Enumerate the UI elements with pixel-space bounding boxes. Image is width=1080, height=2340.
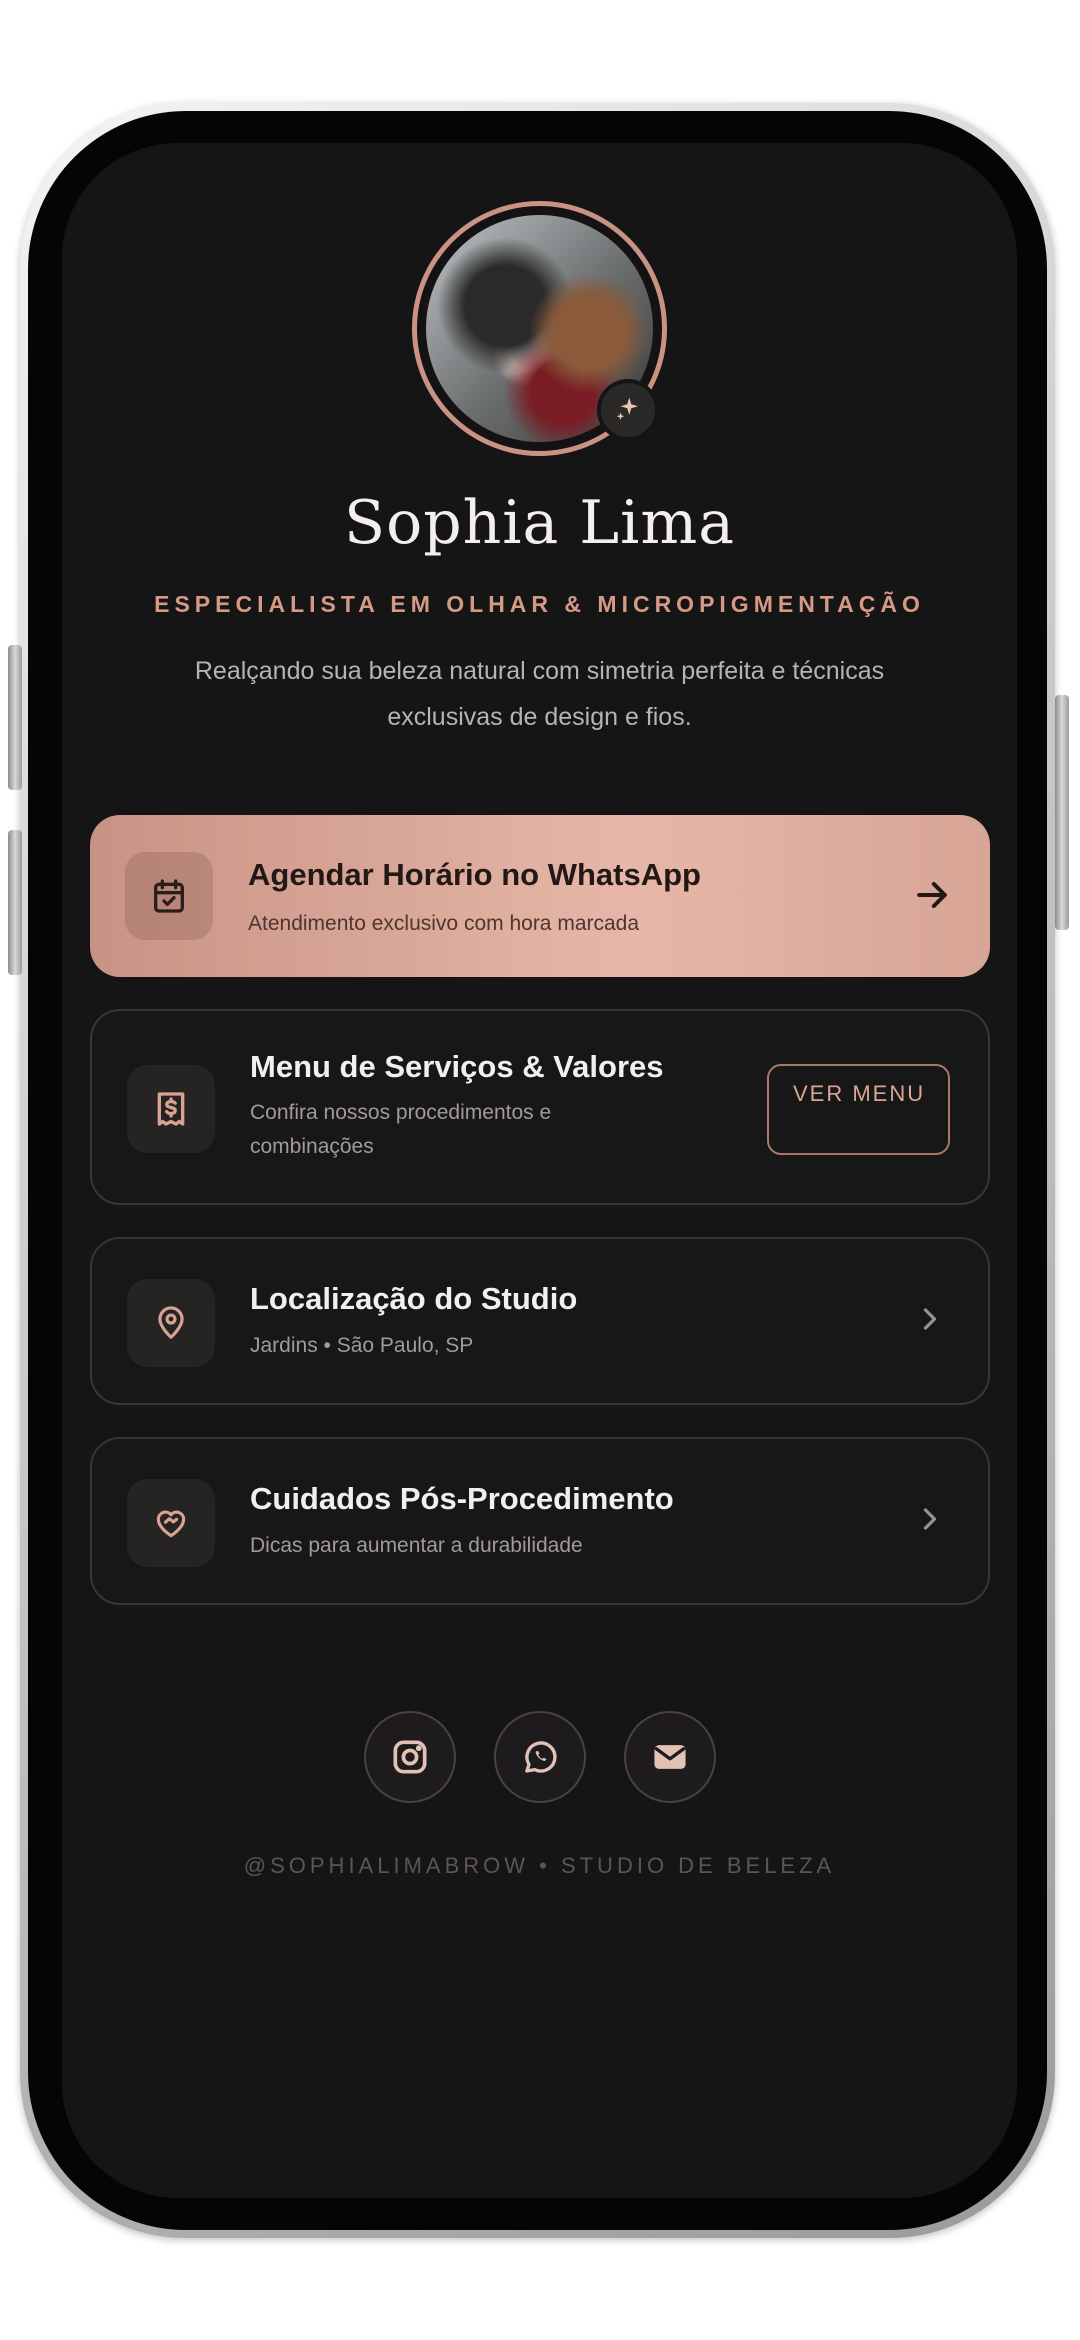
receipt-dollar-icon bbox=[127, 1065, 215, 1153]
services-menu-subtitle: Confira nossos procedimentos e combinaçõ… bbox=[250, 1101, 552, 1158]
location-subtitle: Jardins • São Paulo, SP bbox=[250, 1334, 474, 1357]
social-links bbox=[62, 1711, 1017, 1803]
whatsapp-title: Agendar Horário no WhatsApp bbox=[248, 857, 701, 892]
sparkle-icon bbox=[597, 379, 659, 441]
aftercare-subtitle: Dicas para aumentar a durabilidade bbox=[250, 1534, 583, 1557]
map-pin-icon bbox=[127, 1279, 215, 1367]
chevron-right-icon bbox=[912, 1501, 948, 1542]
whatsapp-booking-button[interactable]: Agendar Horário no WhatsApp Atendimento … bbox=[90, 815, 990, 977]
chevron-right-icon bbox=[912, 1301, 948, 1342]
profile-name: Sophia Lima bbox=[343, 488, 735, 558]
location-title: Localização do Studio bbox=[250, 1281, 578, 1316]
profile-tagline: Realçando sua beleza natural com simetri… bbox=[194, 657, 885, 731]
profile-subtitle: ESPECIALISTA EM OLHAR & MICROPIGMENTAÇÃO bbox=[154, 591, 925, 617]
view-menu-button[interactable]: VER MENU bbox=[767, 1064, 950, 1155]
volume-down-button bbox=[8, 830, 22, 975]
aftercare-title: Cuidados Pós-Procedimento bbox=[250, 1481, 674, 1516]
heart-handshake-icon bbox=[127, 1479, 215, 1567]
avatar bbox=[412, 201, 667, 456]
aftercare-card[interactable]: Cuidados Pós-Procedimento Dicas para aum… bbox=[90, 1437, 990, 1605]
mail-icon[interactable] bbox=[623, 1711, 716, 1803]
studio-location-card[interactable]: Localização do Studio Jardins • São Paul… bbox=[90, 1237, 990, 1405]
services-menu-title: Menu de Serviços & Valores bbox=[250, 1049, 664, 1084]
power-button bbox=[1055, 695, 1069, 930]
services-menu-card[interactable]: Menu de Serviços & Valores Confira nosso… bbox=[90, 1009, 990, 1205]
calendar-check-icon bbox=[125, 852, 213, 940]
screen: Sophia Lima ESPECIALISTA EM OLHAR & MICR… bbox=[62, 143, 1017, 2198]
whatsapp-icon[interactable] bbox=[493, 1711, 586, 1803]
footer-handle: @SOPHIALIMABROW • STUDIO DE BELEZA bbox=[243, 1853, 836, 1878]
whatsapp-subtitle: Atendimento exclusivo com hora marcada bbox=[248, 912, 640, 935]
arrow-right-icon bbox=[910, 873, 954, 922]
instagram-icon[interactable] bbox=[363, 1711, 456, 1803]
volume-up-button bbox=[8, 645, 22, 790]
